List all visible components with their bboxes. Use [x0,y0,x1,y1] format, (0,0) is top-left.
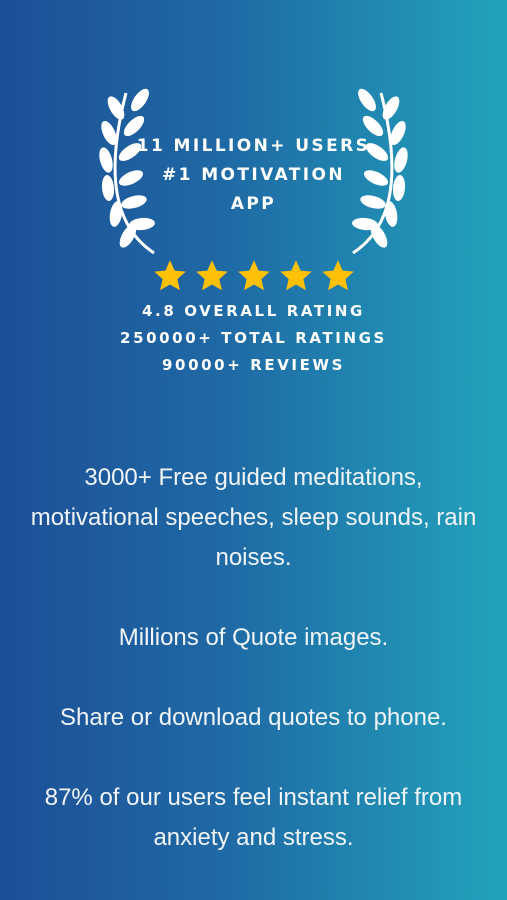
feature-relief-stat: 87% of our users feel instant relief fro… [44,784,463,851]
total-ratings: 250000+ TOTAL RATINGS [120,329,387,347]
award-line-rank: #1 MOTIVATION [162,165,345,185]
feature-quote-images: Millions of Quote images. [118,624,389,651]
feature-list: 3000+ Free guided meditations, motivatio… [30,458,477,898]
star-icon [237,260,270,291]
feature-share-download: Share or download quotes to phone. [60,704,447,731]
feature-meditations: 3000+ Free guided meditations, motivatio… [30,464,477,571]
award-line-users: 11 MILLION+ USERS [136,136,371,156]
star-icon [195,260,228,291]
award-line-app: APP [230,194,277,214]
award-badge: 11 MILLION+ USERS #1 MOTIVATION APP [0,88,507,258]
star-icon [153,260,186,291]
review-count: 90000+ REVIEWS [162,356,345,374]
star-rating [0,258,507,294]
star-icon [279,260,312,291]
award-text: 11 MILLION+ USERS #1 MOTIVATION APP [0,132,507,219]
rating-summary: 4.8 OVERALL RATING 250000+ TOTAL RATINGS… [0,298,507,379]
star-icon [321,260,354,291]
overall-rating: 4.8 OVERALL RATING [142,302,365,320]
